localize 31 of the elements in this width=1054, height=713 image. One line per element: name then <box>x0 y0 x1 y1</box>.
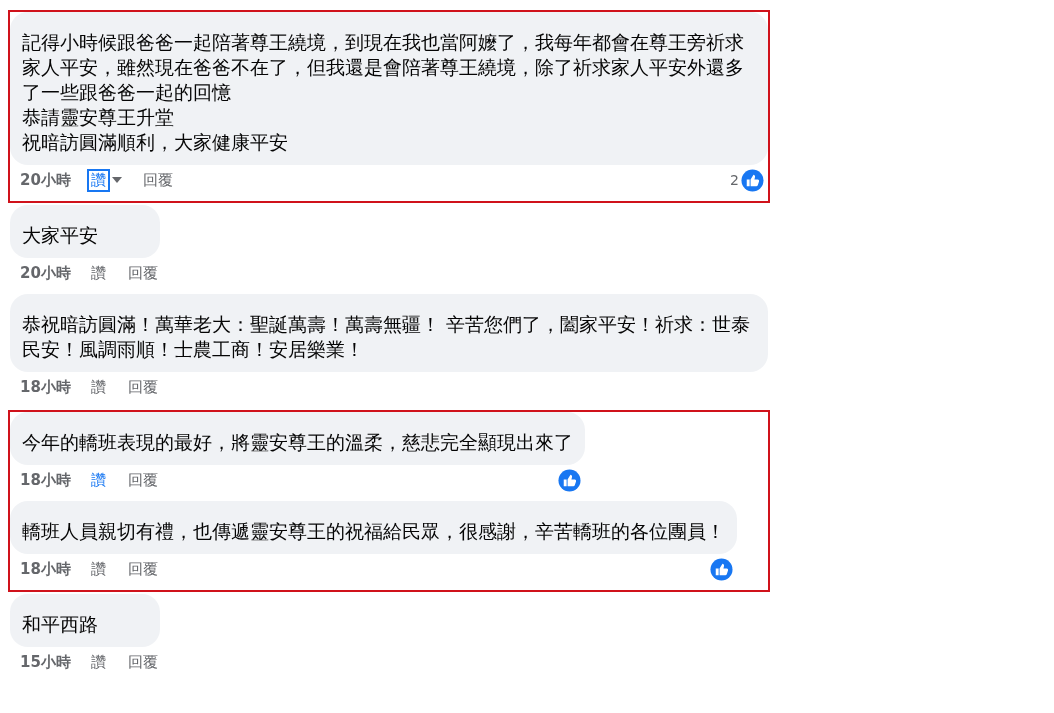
like-link[interactable]: 讚 <box>88 559 108 579</box>
reply-link[interactable]: 回覆 <box>125 559 160 579</box>
comment-text: 今年的轎班表現的最好，將靈安尊王的溫柔，慈悲完全顯現出來了 <box>22 431 573 455</box>
like-link[interactable]: 讚 <box>88 652 108 672</box>
reply-link[interactable]: 回覆 <box>140 170 175 190</box>
comment-text: 恭請靈安尊王升堂 <box>22 106 175 130</box>
reply-link[interactable]: 回覆 <box>125 377 160 397</box>
comment-text: 祝暗訪圓滿順利，大家健康平安 <box>22 131 289 155</box>
thumbs-up-icon[interactable] <box>741 168 764 192</box>
comment-text: 恭祝暗訪圓滿！萬華老大：聖誕萬壽！萬壽無疆！ 辛苦您們了，闔家平安！祈求：世泰民安！風調雨順！士農工商！安居樂業！ <box>22 313 751 362</box>
comment-text: 大家平安 <box>22 224 99 248</box>
like-link[interactable]: 讚 <box>88 377 108 397</box>
reaction-count: 2 <box>730 172 739 188</box>
reply-link[interactable]: 回覆 <box>125 470 160 490</box>
like-link[interactable]: 讚 <box>88 170 108 190</box>
reply-link[interactable]: 回覆 <box>125 263 160 283</box>
thumbs-up-icon[interactable] <box>710 557 733 581</box>
caret-icon[interactable] <box>110 176 123 184</box>
comment-text: 記得小時候跟爸爸一起陪著尊王繞境，到現在我也當阿嬤了，我每年都會在尊王旁祈求家人平安，雖然現在爸爸不在了，但我還是會陪著尊王繞境，除了祈求家人平安外還多了一些跟爸爸一起的回憶 <box>22 31 745 105</box>
timestamp: 15小時 <box>20 652 71 672</box>
comment-text: 和平西路 <box>22 613 99 637</box>
timestamp: 20小時 <box>20 263 71 283</box>
timestamp: 20小時 <box>20 170 71 190</box>
timestamp: 18小時 <box>20 559 71 579</box>
comment-text: 轎班人員親切有禮，也傳遞靈安尊王的祝福給民眾，很感謝，辛苦轎班的各位團員！ <box>22 520 725 544</box>
timestamp: 18小時 <box>20 377 71 397</box>
like-link[interactable]: 讚 <box>88 470 108 490</box>
timestamp: 18小時 <box>20 470 71 490</box>
thumbs-up-icon[interactable] <box>558 468 581 492</box>
reply-link[interactable]: 回覆 <box>125 652 160 672</box>
like-link[interactable]: 讚 <box>88 263 108 283</box>
